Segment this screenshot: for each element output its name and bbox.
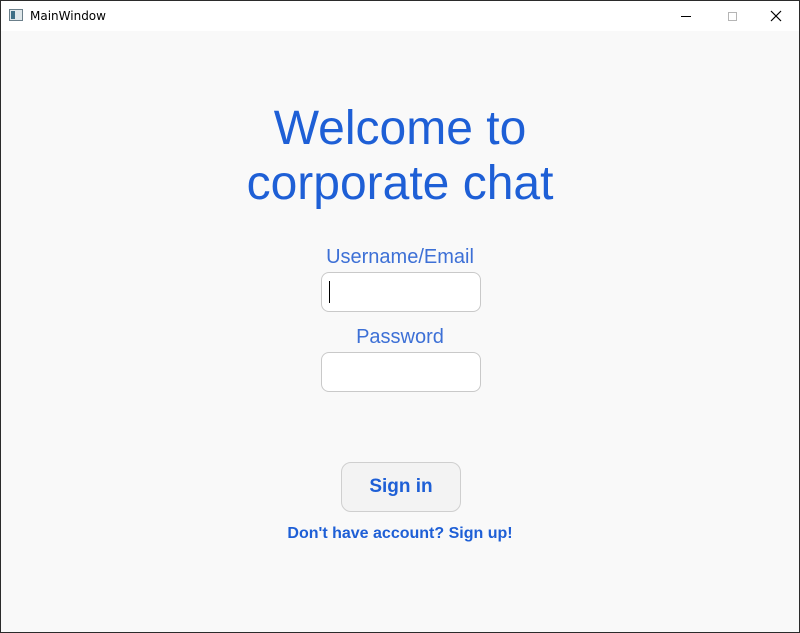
window-title: MainWindow <box>30 9 106 23</box>
app-icon <box>9 9 23 21</box>
password-input[interactable] <box>321 352 481 392</box>
maximize-button[interactable] <box>709 1 755 31</box>
username-input[interactable] <box>321 272 481 312</box>
username-label: Username/Email <box>326 246 474 268</box>
title-bar: MainWindow <box>1 1 799 31</box>
minimize-icon <box>681 15 691 17</box>
close-icon <box>770 10 782 22</box>
maximize-icon <box>727 11 737 21</box>
minimize-button[interactable] <box>663 1 709 31</box>
welcome-line-1: Welcome to <box>273 102 527 155</box>
welcome-heading: Welcome to corporate chat <box>1 101 799 211</box>
sign-in-button[interactable]: Sign in <box>341 462 461 512</box>
password-label: Password <box>356 326 444 348</box>
welcome-line-2: corporate chat <box>246 157 554 210</box>
close-button[interactable] <box>753 1 799 31</box>
main-window: MainWindow Welcome to corporate chat Use… <box>0 0 800 633</box>
text-caret <box>329 281 330 303</box>
sign-up-link[interactable]: Don't have account? Sign up! <box>1 525 799 543</box>
